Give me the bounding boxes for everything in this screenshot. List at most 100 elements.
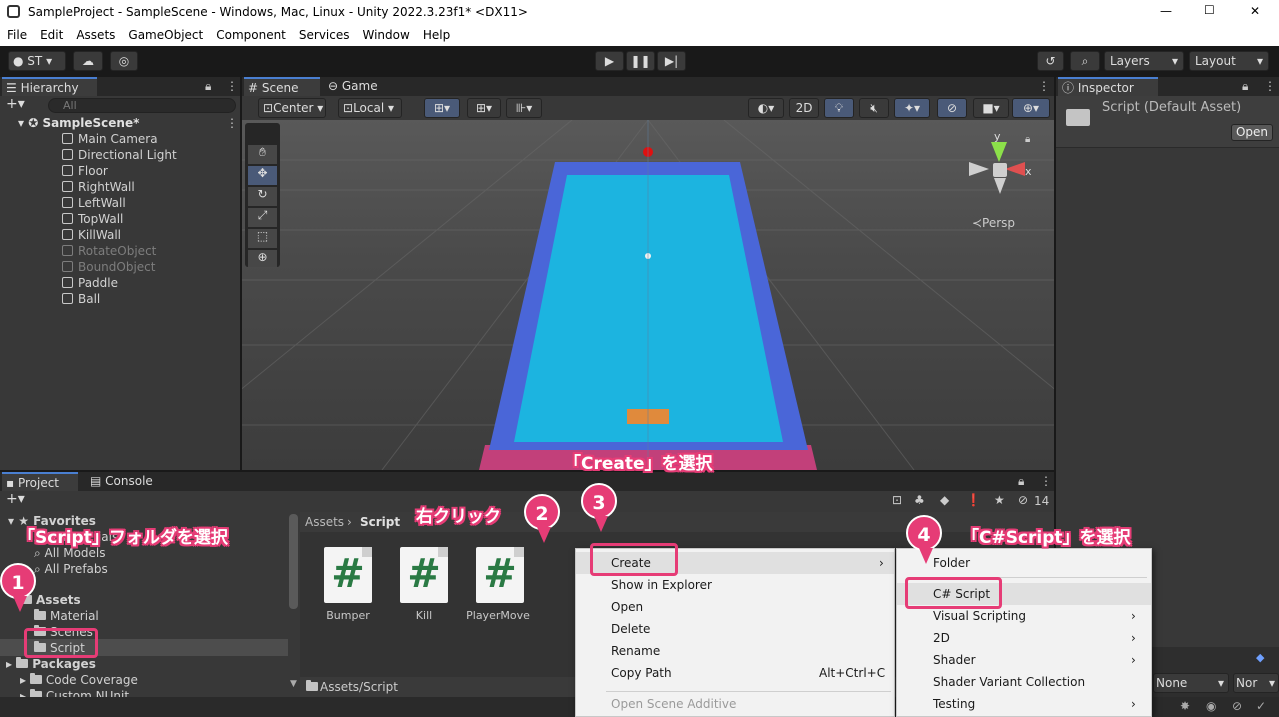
lock-icon[interactable]: 🔒︎: [205, 79, 211, 94]
tab-hierarchy[interactable]: ☰ Hierarchy: [2, 77, 97, 96]
submenu-item[interactable]: Testing ›: [897, 693, 1151, 715]
assetbundle-dropdown[interactable]: None ▾: [1153, 673, 1229, 693]
script-file-icon[interactable]: #: [400, 547, 448, 603]
collab-button[interactable]: ◎: [110, 51, 138, 71]
maximize-button[interactable]: ☐: [1204, 3, 1215, 17]
hierarchy-item[interactable]: Main Camera: [62, 131, 158, 147]
open-button[interactable]: Open: [1231, 124, 1273, 141]
gizmos-button[interactable]: ⊕▾: [1012, 98, 1050, 118]
account-dropdown[interactable]: ● ST ▾: [8, 51, 66, 71]
hierarchy-item[interactable]: RotateObject: [62, 243, 156, 259]
history-button[interactable]: ↺: [1037, 51, 1064, 71]
folder-material[interactable]: Material: [34, 608, 99, 624]
scene-root[interactable]: ▾ ✪ SampleScene*: [18, 115, 139, 131]
type-filter-icon[interactable]: ♣: [914, 493, 925, 507]
menu-gameobject[interactable]: GameObject: [121, 25, 209, 42]
hierarchy-item[interactable]: BoundObject: [62, 259, 155, 275]
hierarchy-item[interactable]: RightWall: [62, 179, 135, 195]
tab-project[interactable]: ▪ Project: [2, 472, 78, 491]
submenu-item[interactable]: 2D ›: [897, 627, 1151, 649]
step-button[interactable]: ▶|: [657, 51, 686, 71]
menu-component[interactable]: Component: [209, 25, 292, 42]
scene-search-icon[interactable]: ⊡: [892, 493, 902, 507]
tab-scene[interactable]: # Scene: [244, 77, 320, 96]
hierarchy-item[interactable]: Ball: [62, 291, 100, 307]
hierarchy-item[interactable]: Floor: [62, 163, 108, 179]
grid-snap-button[interactable]: ⊞▾: [424, 98, 460, 118]
pkg-custom-nunit[interactable]: ▸ Custom NUnit: [20, 688, 129, 697]
pkg-code-coverage[interactable]: ▸ Code Coverage: [20, 672, 138, 688]
menu-help[interactable]: Help: [416, 25, 456, 42]
rect-tool[interactable]: ⬚: [248, 229, 277, 248]
file-bumper[interactable]: Bumper: [308, 609, 388, 622]
context-menu-item[interactable]: Rename: [576, 640, 894, 662]
lock-icon[interactable]: 🔒︎: [1018, 474, 1024, 489]
minimize-button[interactable]: —: [1160, 4, 1172, 18]
submenu-item[interactable]: Folder: [897, 552, 1151, 574]
grid-visual-button[interactable]: ⊞▾: [467, 98, 501, 118]
lighting-toggle[interactable]: 💡︎: [824, 98, 854, 118]
menu-window[interactable]: Window: [356, 25, 416, 42]
tree-scrollbar[interactable]: [289, 514, 298, 609]
more-icon[interactable]: ⋮: [1040, 474, 1052, 488]
submenu-item[interactable]: Shader Variant Collection: [897, 671, 1151, 693]
file-playermove[interactable]: PlayerMove: [458, 609, 538, 622]
cloud-button[interactable]: ☁: [73, 51, 103, 71]
hierarchy-item[interactable]: Paddle: [62, 275, 118, 291]
more-icon[interactable]: ⋮: [226, 79, 238, 93]
scale-tool[interactable]: ⤢: [248, 208, 277, 227]
menu-services[interactable]: Services: [292, 25, 356, 42]
hidden-objects-toggle[interactable]: ⊘: [937, 98, 967, 118]
pivot-dropdown[interactable]: ⊡Center ▾: [258, 98, 326, 118]
scene-more-icon[interactable]: ⋮: [226, 116, 238, 130]
orientation-gizmo[interactable]: y x 🔒︎ ≺Persp: [967, 130, 1047, 240]
warning-icon[interactable]: ❗: [966, 493, 981, 507]
gizmo-lock-icon[interactable]: 🔒︎: [1025, 134, 1030, 145]
space-dropdown[interactable]: ⊡Local ▾: [338, 98, 402, 118]
debug-icon[interactable]: ✸: [1180, 699, 1190, 713]
hierarchy-item[interactable]: LeftWall: [62, 195, 126, 211]
hidden-count-icon[interactable]: ⊘: [1018, 493, 1028, 507]
hierarchy-item[interactable]: TopWall: [62, 211, 123, 227]
2d-toggle[interactable]: 2D: [789, 98, 819, 118]
file-kill[interactable]: Kill: [384, 609, 464, 622]
check-icon[interactable]: ✓: [1256, 699, 1266, 713]
tab-console[interactable]: ▤ Console: [86, 472, 162, 491]
search-input[interactable]: All: [48, 98, 236, 113]
effects-toggle[interactable]: ✦▾: [894, 98, 930, 118]
tab-inspector[interactable]: ⓘ Inspector: [1058, 77, 1158, 96]
breadcrumb-script[interactable]: Script: [360, 515, 400, 529]
rotate-tool[interactable]: ↻: [248, 187, 277, 206]
progress-icon[interactable]: ⊘: [1232, 699, 1242, 713]
play-button[interactable]: ▶: [595, 51, 624, 71]
persp-label[interactable]: ≺Persp: [972, 216, 1015, 230]
more-icon[interactable]: ⋮: [1038, 79, 1050, 93]
search-button[interactable]: ⌕: [1070, 51, 1100, 71]
hierarchy-item[interactable]: Directional Light: [62, 147, 177, 163]
add-button[interactable]: +▾: [6, 96, 25, 112]
create-button[interactable]: +▾: [6, 491, 25, 507]
tab-game[interactable]: ⊖ Game: [324, 77, 384, 96]
context-menu-item[interactable]: Open: [576, 596, 894, 618]
label-filter-icon[interactable]: ◆: [940, 493, 949, 507]
close-button[interactable]: ✕: [1250, 4, 1260, 18]
context-menu-item[interactable]: Copy Path Alt+Ctrl+C: [576, 662, 894, 684]
move-tool[interactable]: ✥: [248, 166, 277, 185]
fav-all-prefabs[interactable]: ⌕ All Prefabs: [34, 561, 108, 577]
script-file-icon[interactable]: #: [476, 547, 524, 603]
tag-icon[interactable]: ◆: [1256, 651, 1264, 664]
scroll-down-icon[interactable]: ▼: [290, 679, 297, 689]
menu-file[interactable]: File: [0, 25, 33, 42]
transform-tool[interactable]: ⊕: [248, 250, 277, 267]
hierarchy-item[interactable]: KillWall: [62, 227, 121, 243]
script-file-icon[interactable]: #: [324, 547, 372, 603]
scene-viewport[interactable]: ✋︎ ✥ ↻ ⤢ ⬚ ⊕ y x 🔒︎ ≺Persp: [242, 120, 1054, 470]
cache-icon[interactable]: ◉: [1206, 699, 1216, 713]
menu-edit[interactable]: Edit: [33, 25, 69, 42]
lock-icon[interactable]: 🔒︎: [1242, 79, 1248, 94]
variant-dropdown[interactable]: Nor ▾: [1233, 673, 1279, 693]
context-menu-item[interactable]: Delete: [576, 618, 894, 640]
camera-button[interactable]: ■▾: [973, 98, 1009, 118]
menu-assets[interactable]: Assets: [69, 25, 121, 42]
more-icon[interactable]: ⋮: [1264, 79, 1276, 93]
